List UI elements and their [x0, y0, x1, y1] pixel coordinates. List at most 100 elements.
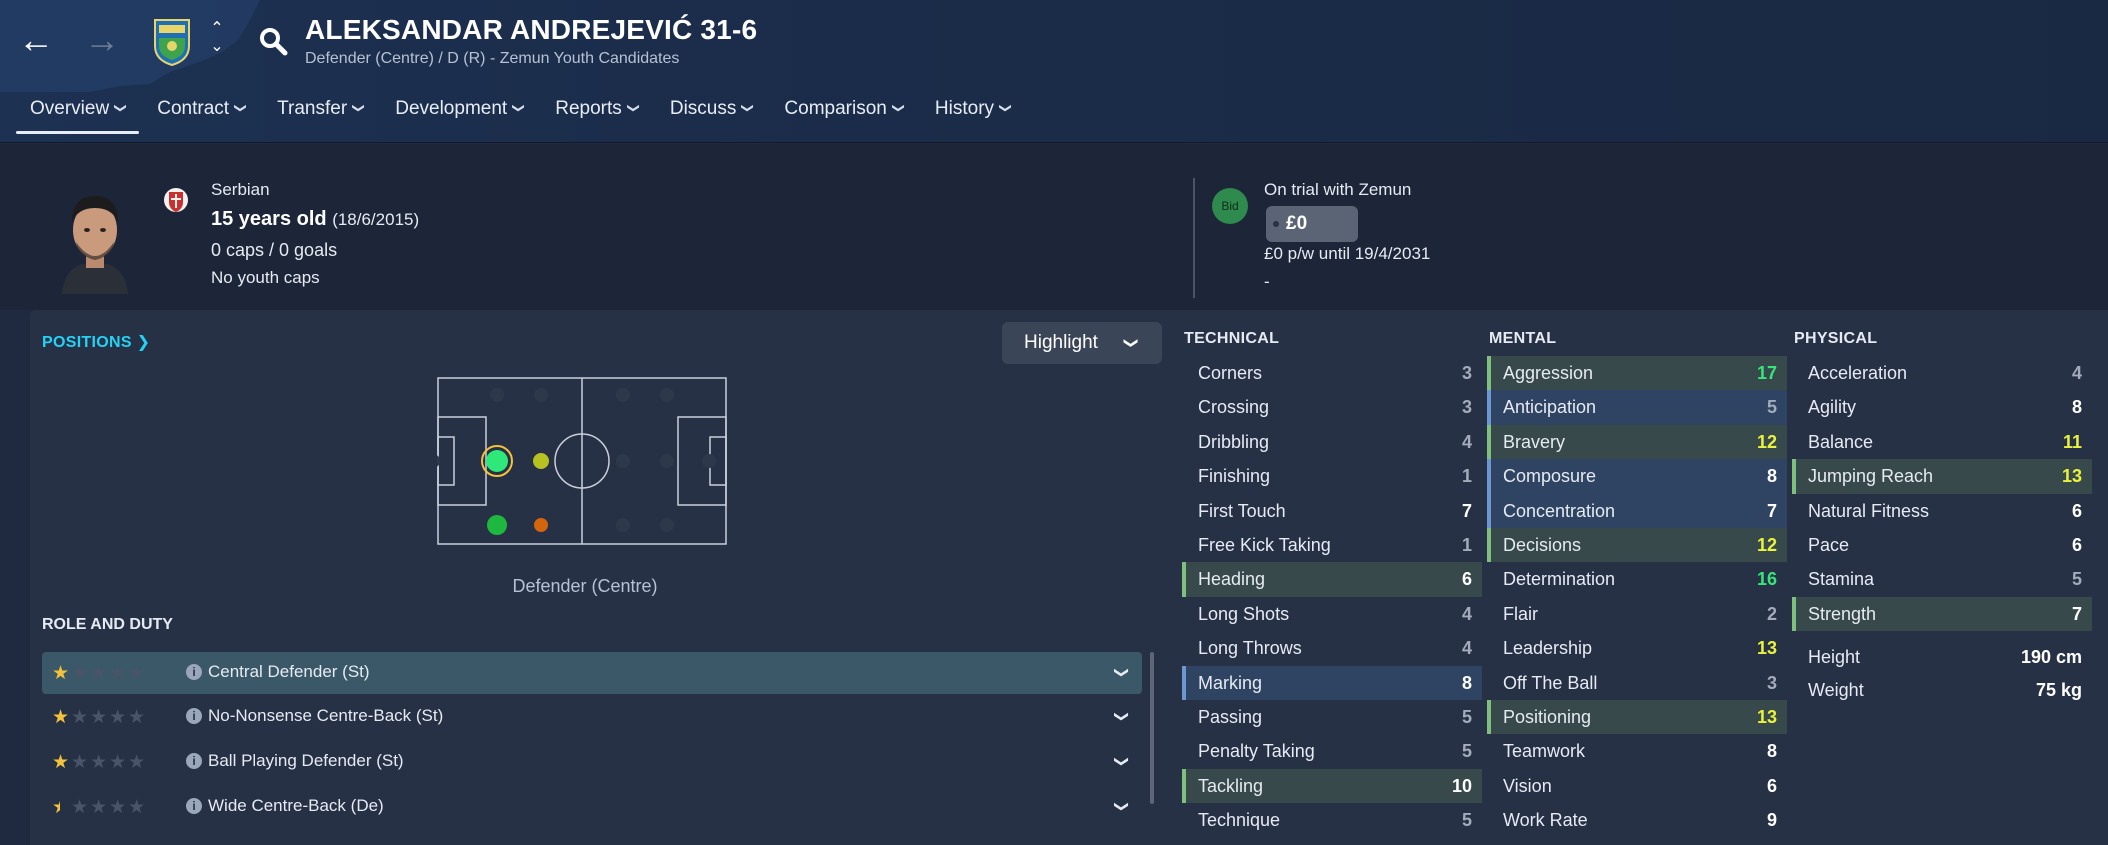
attribute-row[interactable]: Decisions 12 [1487, 527, 1787, 563]
tab-contract[interactable]: Contract ❯ [141, 92, 261, 140]
attribute-row[interactable]: Jumping Reach 13 [1792, 459, 2092, 494]
attribute-row[interactable]: Stamina 5 [1792, 562, 2092, 596]
attribute-row[interactable]: Bravery 12 [1487, 424, 1787, 460]
attribute-row[interactable]: Leadership 13 [1487, 631, 1787, 665]
tab-label: Discuss [669, 98, 737, 119]
attribute-row[interactable]: Off The Ball 3 [1487, 666, 1787, 700]
attribute-name: Composure [1503, 466, 1597, 487]
chevron-down-icon: ❯ [626, 102, 641, 114]
role-row[interactable]: ★★★★★ i Ball Playing Defender (St) ❯ [42, 741, 1142, 783]
tab-development[interactable]: Development ❯ [379, 92, 539, 140]
star-rating: ★★★★★ [52, 663, 148, 684]
tab-comparison[interactable]: Comparison ❯ [768, 92, 919, 140]
attribute-row[interactable]: Concentration 7 [1487, 493, 1787, 528]
forward-arrow-icon[interactable]: → [82, 20, 122, 60]
tab-discuss[interactable]: Discuss ❯ [654, 92, 769, 140]
chevron-down-icon[interactable]: ❯ [1114, 711, 1131, 723]
chevron-down-icon[interactable]: ❯ [1114, 756, 1131, 768]
age-line: 15 years old (18/6/2015) [211, 208, 419, 231]
roles-scrollbar[interactable] [1150, 652, 1154, 804]
attribute-row[interactable]: Work Rate 9 [1487, 803, 1787, 837]
chevron-down-icon: ❯ [512, 102, 527, 114]
trial-status: On trial with Zemun [1264, 180, 1412, 199]
date-of-birth: (18/6/2015) [332, 210, 420, 229]
attribute-row[interactable]: Finishing 1 [1182, 459, 1482, 493]
bid-button[interactable]: Bid [1212, 188, 1248, 224]
weight-label: Weight [1808, 680, 1864, 701]
international-caps: 0 caps / 0 goals [211, 240, 338, 260]
attribute-name: Aggression [1503, 363, 1594, 383]
highlight-dropdown[interactable]: Highlight ❯ [1002, 322, 1162, 364]
back-arrow-icon[interactable]: ← [16, 20, 56, 60]
info-icon[interactable]: i [186, 708, 202, 724]
attribute-value: 17 [1756, 363, 1777, 383]
weight-value: 75 kg [2035, 680, 2082, 701]
tab-label: History [934, 98, 995, 119]
attribute-row[interactable]: Long Shots 4 [1182, 597, 1482, 631]
player-subtitle: Defender (Centre) / D (R) - Zemun Youth … [305, 50, 680, 67]
attribute-row[interactable]: Teamwork 8 [1487, 734, 1787, 768]
tab-history[interactable]: History ❯ [919, 92, 1026, 140]
attribute-row[interactable]: Vision 6 [1487, 769, 1787, 803]
attribute-row[interactable]: Strength 7 [1792, 596, 2092, 632]
value-price-tag[interactable]: £0 [1266, 206, 1358, 242]
role-row[interactable]: ★★★★★ i Central Defender (St) ❯ [42, 652, 1142, 694]
tab-label: Overview [30, 98, 110, 119]
attribute-row[interactable]: Marking 8 [1182, 665, 1482, 700]
club-badge-icon[interactable] [152, 16, 192, 66]
info-icon[interactable]: i [186, 798, 202, 814]
up-down-icon[interactable]: ⌃ ⌄ [206, 20, 228, 62]
attribute-name: Work Rate [1503, 810, 1588, 831]
highlight-label: Highlight [1024, 332, 1098, 353]
positions-link[interactable]: POSITIONS ❯ [42, 332, 150, 352]
search-icon[interactable] [258, 26, 288, 56]
attribute-row[interactable]: Pace 6 [1792, 528, 2092, 562]
tab-transfer[interactable]: Transfer ❯ [261, 92, 379, 140]
attribute-row[interactable]: Dribbling 4 [1182, 425, 1482, 459]
technical-title: TECHNICAL [1184, 330, 1280, 347]
attribute-row[interactable]: Corners 3 [1182, 356, 1482, 390]
attribute-row[interactable]: Acceleration 4 [1792, 356, 2092, 390]
attribute-row[interactable]: Balance 11 [1792, 425, 2092, 459]
role-row[interactable]: ★★★★★ i No-Nonsense Centre-Back (St) ❯ [42, 696, 1142, 738]
attribute-row[interactable]: Heading 6 [1182, 562, 1482, 597]
attribute-row[interactable]: Anticipation 5 [1487, 390, 1787, 425]
tab-label: Contract [157, 98, 230, 119]
weight-row: Weight 75 kg [1792, 674, 2092, 707]
chevron-down-icon[interactable]: ❯ [1114, 801, 1131, 813]
role-row[interactable]: ★★★★★★ i Wide Centre-Back (De) ❯ [42, 786, 1142, 828]
attribute-row[interactable]: Composure 8 [1487, 459, 1787, 494]
attribute-name: Vision [1503, 775, 1552, 796]
attribute-value: 4 [1461, 431, 1472, 452]
attribute-row[interactable]: Technique 5 [1182, 803, 1482, 837]
tab-label: Development [395, 98, 508, 119]
info-icon[interactable]: i [186, 753, 202, 769]
tab-reports[interactable]: Reports ❯ [539, 92, 654, 140]
attribute-row[interactable]: Tackling 10 [1182, 768, 1482, 804]
attribute-row[interactable]: Positioning 13 [1487, 699, 1787, 735]
attribute-name: Acceleration [1808, 363, 1908, 383]
chevron-down-icon[interactable]: ❯ [1114, 667, 1131, 679]
attribute-row[interactable]: Determination 16 [1487, 562, 1787, 596]
attribute-row[interactable]: Passing 5 [1182, 700, 1482, 734]
attribute-row[interactable]: Flair 2 [1487, 597, 1787, 631]
attribute-name: Passing [1198, 706, 1263, 727]
attribute-value: 13 [2061, 466, 2082, 487]
attribute-row[interactable]: Natural Fitness 6 [1792, 494, 2092, 528]
player-avatar[interactable] [56, 184, 134, 294]
attribute-name: Determination [1503, 569, 1616, 590]
attribute-name: Leadership [1503, 638, 1593, 659]
attribute-row[interactable]: Long Throws 4 [1182, 631, 1482, 665]
chevron-down-icon: ❯ [741, 102, 756, 114]
attribute-row[interactable]: First Touch 7 [1182, 494, 1482, 528]
position-pitch[interactable] [437, 377, 727, 545]
attribute-value: 10 [1451, 775, 1472, 796]
attribute-name: Finishing [1198, 466, 1271, 487]
attribute-row[interactable]: Crossing 3 [1182, 390, 1482, 424]
attribute-row[interactable]: Aggression 17 [1487, 356, 1787, 391]
attribute-row[interactable]: Penalty Taking 5 [1182, 734, 1482, 768]
tab-overview[interactable]: Overview ❯ [14, 92, 141, 140]
info-icon[interactable]: i [186, 664, 202, 680]
attribute-row[interactable]: Free Kick Taking 1 [1182, 528, 1482, 562]
attribute-row[interactable]: Agility 8 [1792, 390, 2092, 424]
